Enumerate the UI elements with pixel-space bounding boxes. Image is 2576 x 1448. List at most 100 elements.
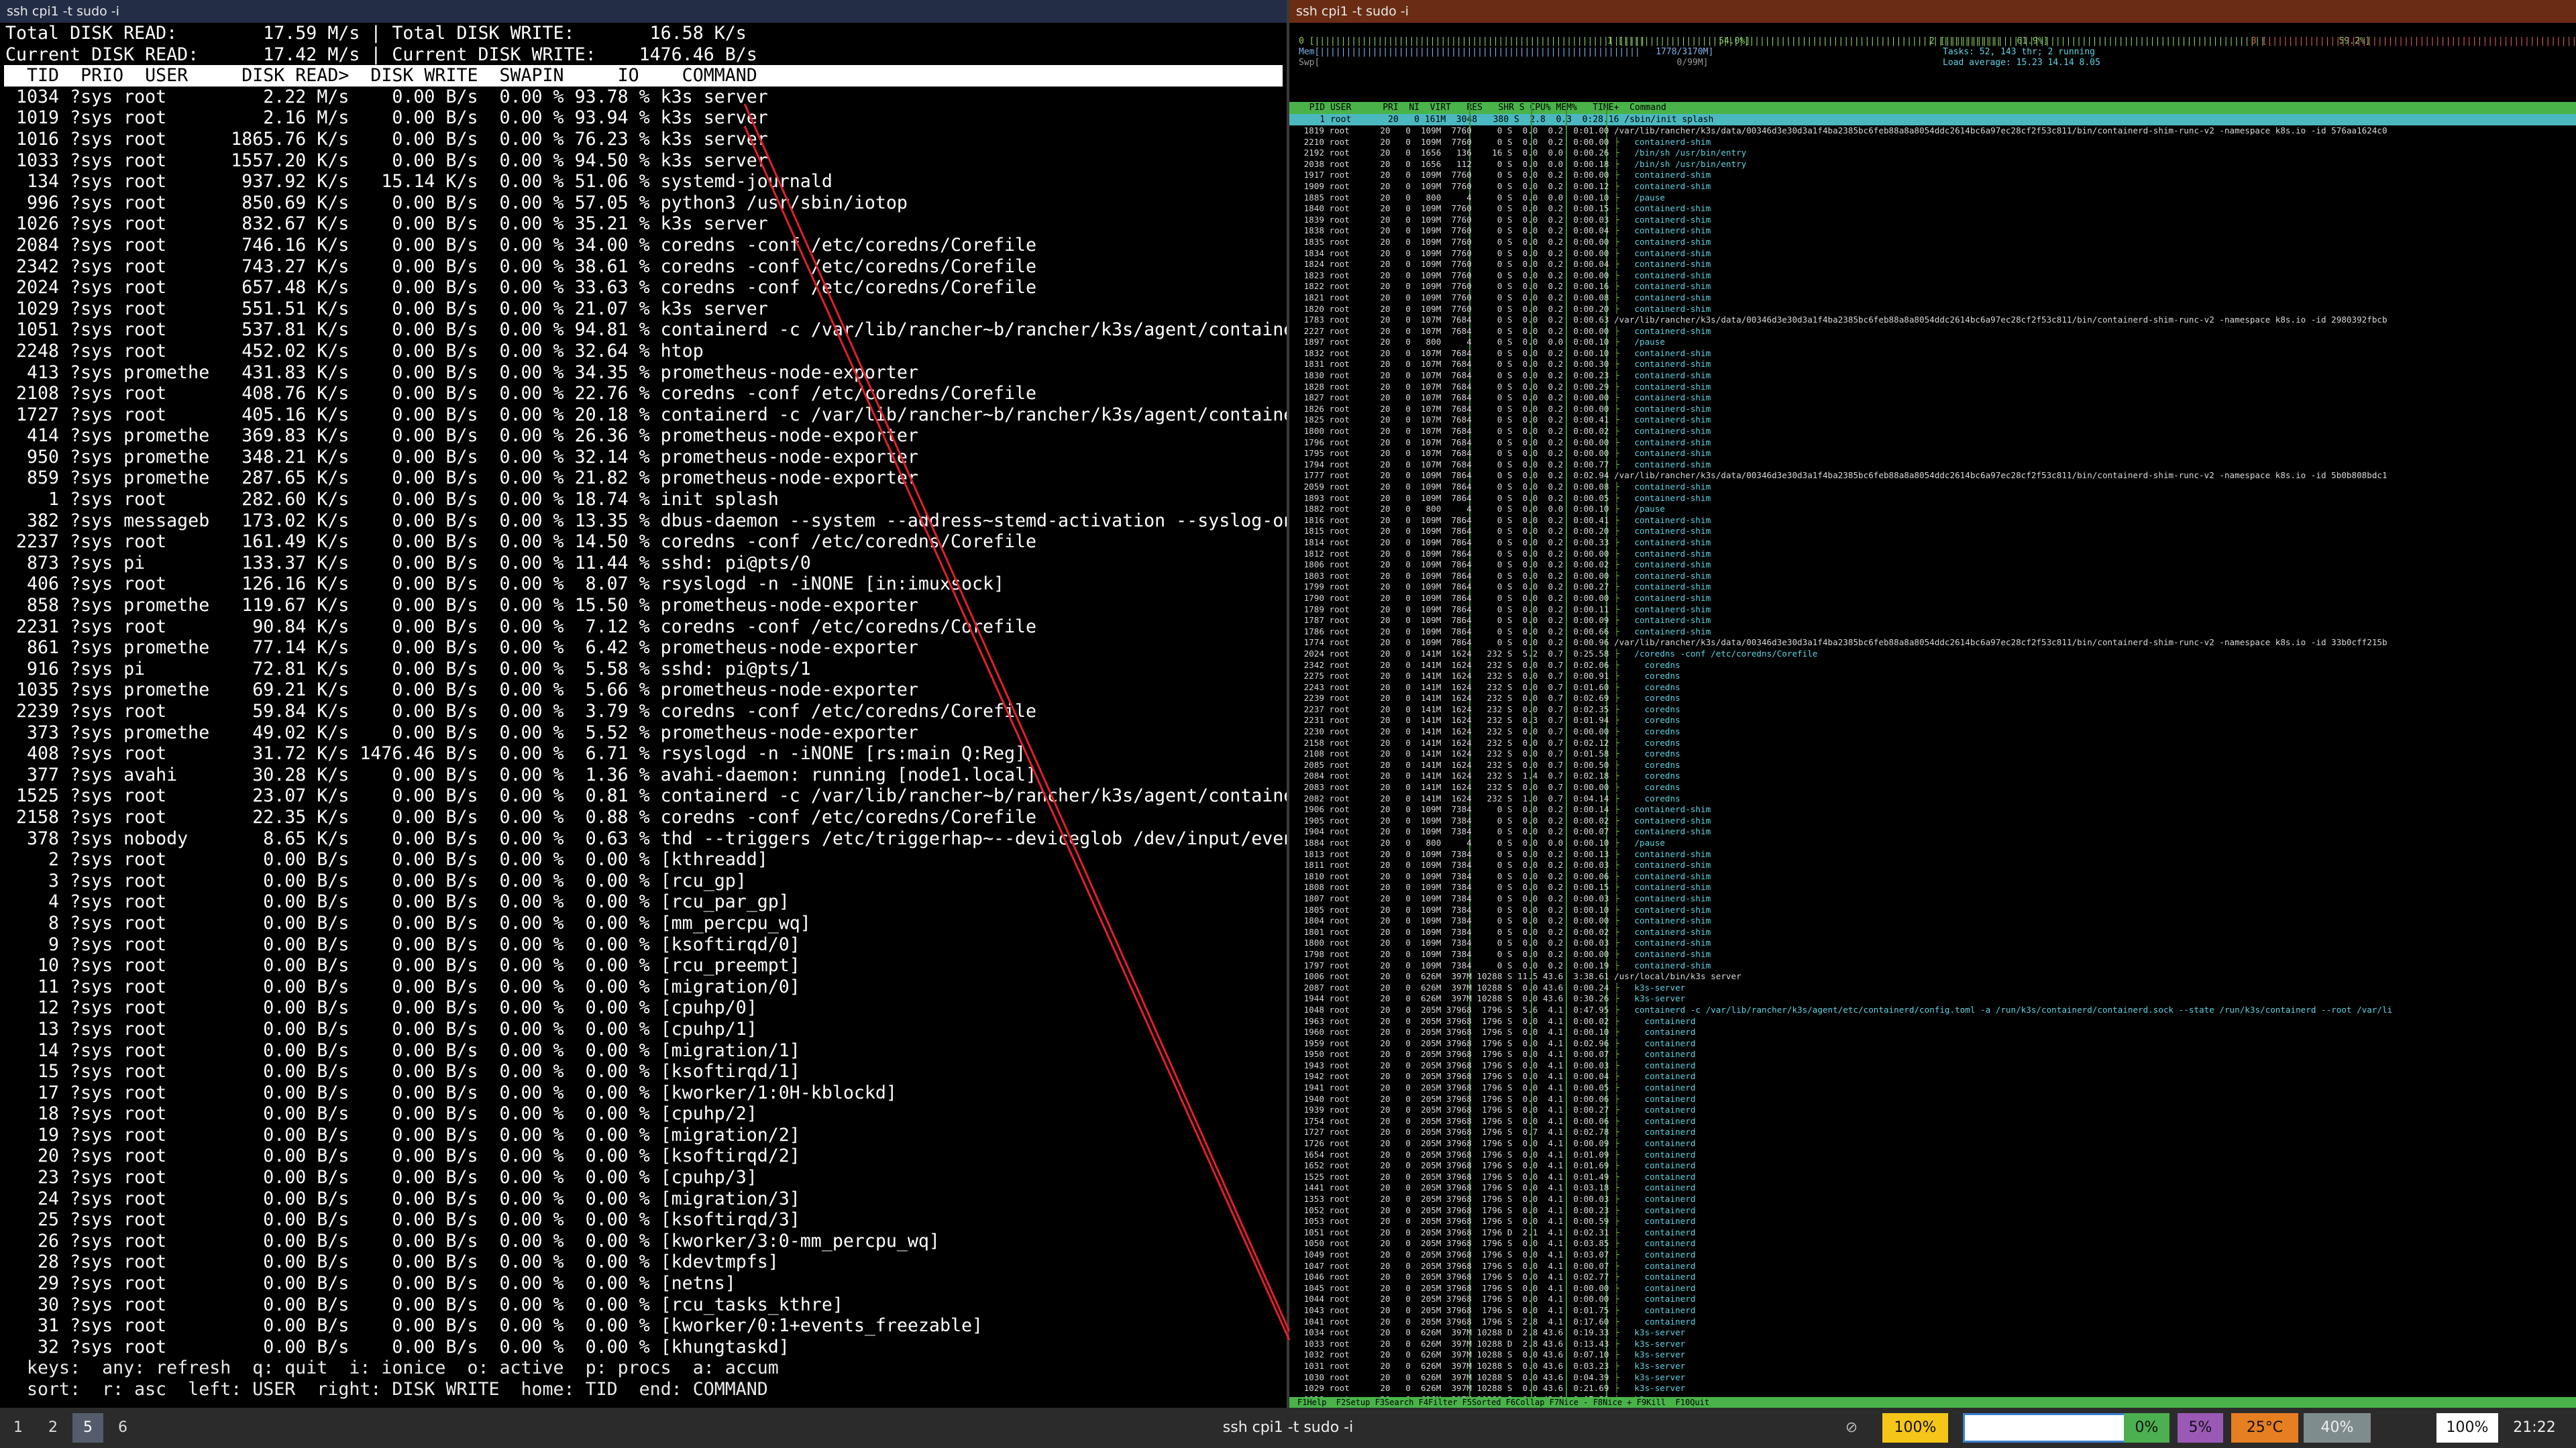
workspace-6[interactable]: 6 (107, 1413, 138, 1443)
htop-row[interactable]: 2024 root 20 0 141M 1624 232 S 5.2 0.7 0… (1299, 649, 2573, 660)
htop-row[interactable]: 1941 root 20 0 205M 37968 1796 S 0.0 4.1… (1299, 1082, 2573, 1094)
htop-row[interactable]: 1830 root 20 0 107M 7684 0 S 0.0 0.2 0:0… (1299, 370, 2573, 382)
htop-row[interactable]: 1819 root 20 0 109M 7760 0 S 0.0 0.2 0:0… (1299, 125, 2573, 137)
taskbar-window-title[interactable]: ssh cpi1 -t sudo -i (1194, 1408, 1382, 1448)
htop-row[interactable]: 1893 root 20 0 109M 7864 0 S 0.0 0.2 0:0… (1299, 493, 2573, 504)
htop-row[interactable]: 1525 root 20 0 205M 37968 1796 S 0.0 4.1… (1299, 1172, 2573, 1183)
htop-row[interactable]: 1777 root 20 0 109M 7864 0 S 0.0 0.2 0:0… (1299, 470, 2573, 482)
htop-row[interactable]: 1726 root 20 0 205M 37968 1796 S 0.0 4.1… (1299, 1138, 2573, 1150)
htop-row[interactable]: 1047 root 20 0 205M 37968 1796 S 0.0 4.1… (1299, 1261, 2573, 1272)
htop-row[interactable]: 1790 root 20 0 109M 7864 0 S 0.0 0.2 0:0… (1299, 593, 2573, 604)
htop-row[interactable]: 1789 root 20 0 109M 7864 0 S 0.0 0.2 0:0… (1299, 604, 2573, 616)
htop-row[interactable]: 1353 root 20 0 205M 37968 1796 S 0.0 4.1… (1299, 1194, 2573, 1205)
htop-row[interactable]: 1030 root 20 0 626M 397M 10288 S 0.0 43.… (1299, 1372, 2573, 1384)
htop-row[interactable]: 2087 root 20 0 626M 397M 10288 S 0.0 43.… (1299, 983, 2573, 994)
htop-row[interactable]: 1798 root 20 0 109M 7384 0 S 0.0 0.2 0:0… (1299, 949, 2573, 960)
htop-row[interactable]: 1834 root 20 0 109M 7760 0 S 0.0 0.2 0:0… (1299, 248, 2573, 260)
htop-row[interactable]: 1043 root 20 0 205M 37968 1796 S 0.0 4.1… (1299, 1305, 2573, 1317)
htop-row[interactable]: 1806 root 20 0 109M 7864 0 S 0.0 0.2 0:0… (1299, 559, 2573, 571)
htop-row[interactable]: 1944 root 20 0 626M 397M 10288 S 0.0 43.… (1299, 993, 2573, 1005)
htop-row[interactable]: 1828 root 20 0 107M 7684 0 S 0.0 0.2 0:0… (1299, 382, 2573, 393)
htop-row[interactable]: 2231 root 20 0 141M 1624 232 S 0.3 0.7 0… (1299, 715, 2573, 726)
htop-function-keys[interactable]: F1Help F2Setup F3Search F4Filter F5Sorte… (1289, 1397, 2576, 1408)
htop-row[interactable]: 1897 root 20 0 800 4 0 S 0.0 0.0 0:00.10… (1299, 337, 2573, 348)
htop-row[interactable]: 1825 root 20 0 107M 7684 0 S 0.0 0.2 0:0… (1299, 414, 2573, 426)
htop-row[interactable]: 1799 root 20 0 109M 7864 0 S 0.0 0.2 0:0… (1299, 581, 2573, 593)
htop-row[interactable]: 1441 root 20 0 205M 37968 1796 S 0.0 4.1… (1299, 1182, 2573, 1194)
htop-row[interactable]: 1821 root 20 0 109M 7760 0 S 0.0 0.2 0:0… (1299, 292, 2573, 304)
htop-row[interactable]: 1041 root 20 0 205M 37968 1796 S 2.8 4.1… (1299, 1317, 2573, 1328)
htop-row[interactable]: 1826 root 20 0 107M 7684 0 S 0.0 0.2 0:0… (1299, 404, 2573, 415)
htop-row[interactable]: 1832 root 20 0 107M 7684 0 S 0.0 0.2 0:0… (1299, 348, 2573, 359)
htop-row[interactable]: 1827 root 20 0 107M 7684 0 S 0.0 0.2 0:0… (1299, 392, 2573, 404)
htop-row[interactable]: 1034 root 20 0 626M 397M 10288 D 2.8 43.… (1299, 1327, 2573, 1339)
htop-column-header[interactable]: PID USER PRI NI VIRT RES SHR S CPU% MEM%… (1289, 102, 2576, 114)
cpu-indicator[interactable]: 0% (2124, 1413, 2169, 1443)
htop-row[interactable]: 1050 root 20 0 205M 37968 1796 S 0.0 4.1… (1299, 1238, 2573, 1249)
htop-row[interactable]: 1808 root 20 0 109M 7384 0 S 0.0 0.2 0:0… (1299, 882, 2573, 893)
htop-row[interactable]: 1963 root 20 0 205M 37968 1796 S 0.0 4.1… (1299, 1016, 2573, 1027)
htop-row[interactable]: 1943 root 20 0 205M 37968 1796 S 0.0 4.1… (1299, 1060, 2573, 1072)
htop-row[interactable]: 2059 root 20 0 109M 7864 0 S 0.0 0.2 0:0… (1299, 482, 2573, 493)
htop-row[interactable]: 1917 root 20 0 109M 7760 0 S 0.0 0.2 0:0… (1299, 170, 2573, 181)
htop-row[interactable]: 1044 root 20 0 205M 37968 1796 S 0.0 4.1… (1299, 1294, 2573, 1305)
htop-row[interactable]: 1905 root 20 0 109M 7384 0 S 0.0 0.2 0:0… (1299, 816, 2573, 827)
htop-selected-row[interactable]: 1 root 20 0 161M 3048 380 S 2.8 0.3 0:28… (1289, 114, 2576, 125)
htop-row[interactable]: 2342 root 20 0 141M 1624 232 S 0.0 0.7 0… (1299, 660, 2573, 671)
htop-row[interactable]: 1805 root 20 0 109M 7384 0 S 0.0 0.2 0:0… (1299, 905, 2573, 916)
workspace-1[interactable]: 1 (3, 1413, 34, 1443)
htop-row[interactable]: 1839 root 20 0 109M 7760 0 S 0.0 0.2 0:0… (1299, 215, 2573, 226)
htop-row[interactable]: 1940 root 20 0 205M 37968 1796 S 0.0 4.1… (1299, 1094, 2573, 1105)
htop-row[interactable]: 1046 root 20 0 205M 37968 1796 S 0.0 4.1… (1299, 1272, 2573, 1283)
htop-row[interactable]: 2083 root 20 0 141M 1624 232 S 0.0 0.7 0… (1299, 782, 2573, 793)
htop-row[interactable]: 1652 root 20 0 205M 37968 1796 S 0.0 4.1… (1299, 1160, 2573, 1172)
htop-row[interactable]: 1783 root 20 0 107M 7684 0 S 0.0 0.2 0:0… (1299, 315, 2573, 326)
htop-row[interactable]: 1052 root 20 0 205M 37968 1796 S 0.0 4.1… (1299, 1205, 2573, 1217)
htop-row[interactable]: 2210 root 20 0 109M 7760 0 S 0.0 0.2 0:0… (1299, 137, 2573, 148)
htop-row[interactable]: 1786 root 20 0 109M 7864 0 S 0.0 0.2 0:0… (1299, 626, 2573, 638)
htop-row[interactable]: 1812 root 20 0 109M 7864 0 S 0.0 0.2 0:0… (1299, 549, 2573, 560)
htop-row[interactable]: 2108 root 20 0 141M 1624 232 S 0.0 0.7 0… (1299, 748, 2573, 760)
htop-row[interactable]: 1801 root 20 0 109M 7384 0 S 0.0 0.2 0:0… (1299, 927, 2573, 938)
volume-indicator[interactable]: 100% (2436, 1413, 2498, 1443)
htop-row[interactable]: 2085 root 20 0 141M 1624 232 S 0.0 0.7 0… (1299, 760, 2573, 771)
htop-row[interactable]: 2038 root 20 0 1656 112 0 S 0.0 0.0 0:00… (1299, 159, 2573, 170)
iotop-column-header[interactable]: TID PRIO USER DISK READ> DISK WRITE SWAP… (4, 65, 1283, 87)
htop-row[interactable]: 1800 root 20 0 107M 7684 0 S 0.0 0.2 0:0… (1299, 426, 2573, 437)
htop-row[interactable]: 1803 root 20 0 109M 7864 0 S 0.0 0.2 0:0… (1299, 571, 2573, 582)
htop-row[interactable]: 1950 root 20 0 205M 37968 1796 S 0.0 4.1… (1299, 1049, 2573, 1060)
htop-row[interactable]: 1939 root 20 0 205M 37968 1796 S 0.0 4.1… (1299, 1105, 2573, 1116)
htop-row[interactable]: 2275 root 20 0 141M 1624 232 S 0.0 0.7 0… (1299, 671, 2573, 682)
htop-row[interactable]: 2084 root 20 0 141M 1624 232 S 1.4 0.7 0… (1299, 771, 2573, 782)
htop-row[interactable]: 1816 root 20 0 109M 7864 0 S 0.0 0.2 0:0… (1299, 515, 2573, 526)
mem-indicator[interactable]: 5% (2178, 1413, 2223, 1443)
htop-row[interactable]: 2192 root 20 0 1656 136 16 S 0.0 0.0 0:0… (1299, 148, 2573, 159)
iotop-terminal[interactable]: Total DISK READ: 17.59 M/s | Total DISK … (0, 23, 1287, 1408)
htop-row[interactable]: 1787 root 20 0 109M 7864 0 S 0.0 0.2 0:0… (1299, 615, 2573, 626)
htop-row[interactable]: 1032 root 20 0 626M 397M 10288 S 0.0 43.… (1299, 1349, 2573, 1361)
hide-icon[interactable]: ⊘ (1838, 1413, 1865, 1443)
htop-row[interactable]: 1049 root 20 0 205M 37968 1796 S 0.0 4.1… (1299, 1249, 2573, 1261)
htop-row[interactable]: 1654 root 20 0 205M 37968 1796 S 0.0 4.1… (1299, 1150, 2573, 1161)
htop-row[interactable]: 1031 root 20 0 626M 397M 10288 S 0.0 43.… (1299, 1361, 2573, 1372)
htop-row[interactable]: 1033 root 20 0 626M 397M 10288 D 2.8 43.… (1299, 1339, 2573, 1350)
htop-row[interactable]: 1885 root 20 0 800 4 0 S 0.0 0.0 0:00.10… (1299, 192, 2573, 204)
htop-row[interactable]: 1840 root 20 0 109M 7760 0 S 0.0 0.2 0:0… (1299, 203, 2573, 215)
htop-row[interactable]: 1800 root 20 0 109M 7384 0 S 0.0 0.2 0:0… (1299, 938, 2573, 949)
htop-row[interactable]: 2239 root 20 0 141M 1624 232 S 0.0 0.7 0… (1299, 693, 2573, 704)
htop-row[interactable]: 1815 root 20 0 109M 7864 0 S 0.0 0.2 0:0… (1299, 526, 2573, 537)
htop-row[interactable]: 1959 root 20 0 205M 37968 1796 S 0.0 4.1… (1299, 1038, 2573, 1050)
clock[interactable]: 21:22 (2501, 1408, 2568, 1448)
htop-row[interactable]: 2243 root 20 0 141M 1624 232 S 0.0 0.7 0… (1299, 682, 2573, 693)
htop-row[interactable]: 1029 root 20 0 626M 397M 10288 S 0.0 43.… (1299, 1383, 2573, 1394)
htop-row[interactable]: 1797 root 20 0 109M 7384 0 S 0.0 0.2 0:0… (1299, 960, 2573, 972)
htop-row[interactable]: 1942 root 20 0 205M 37968 1796 S 0.0 4.1… (1299, 1071, 2573, 1082)
htop-row[interactable]: 1807 root 20 0 109M 7384 0 S 0.0 0.2 0:0… (1299, 893, 2573, 905)
fan-indicator[interactable]: 40% (2304, 1413, 2371, 1443)
htop-row[interactable]: 2237 root 20 0 141M 1624 232 S 0.0 0.7 0… (1299, 704, 2573, 716)
htop-row[interactable]: 2082 root 20 0 141M 1624 232 S 1.0 0.7 0… (1299, 793, 2573, 805)
htop-row[interactable]: 1884 root 20 0 800 4 0 S 0.0 0.0 0:00.10… (1299, 838, 2573, 849)
workspace-2[interactable]: 2 (38, 1413, 68, 1443)
htop-row[interactable]: 1006 root 20 0 626M 397M 10288 S 11.5 43… (1299, 971, 2573, 983)
workspace-5[interactable]: 5 (72, 1413, 103, 1443)
